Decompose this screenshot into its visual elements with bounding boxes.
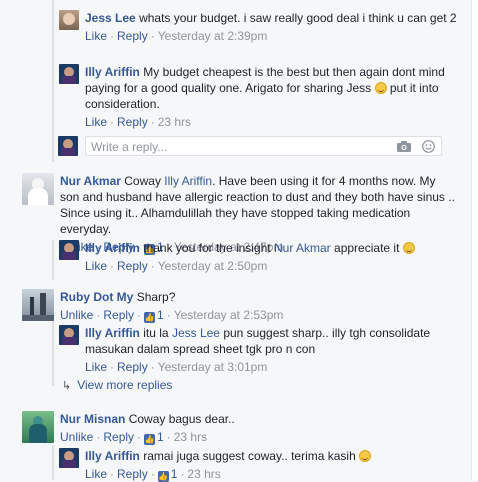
reply-link[interactable]: Reply: [103, 308, 134, 322]
like-link[interactable]: Like: [85, 360, 107, 374]
avatar[interactable]: [22, 173, 54, 205]
scrollbar[interactable]: [471, 0, 478, 480]
reply-comment: Illy Ariffin itu la Jess Lee pun suggest…: [59, 325, 464, 375]
view-more-label[interactable]: View more replies: [77, 378, 172, 392]
comment-author[interactable]: Illy Ariffin: [85, 241, 140, 255]
smiley-emoji: [359, 450, 372, 462]
comment-actions: Unlike · Reply · 👍 1 · 23 hrs: [60, 430, 208, 445]
comment-actions: Like · Reply · Yesterday at 2:39pm: [85, 29, 268, 43]
comment-text: Illy Ariffin ramai juga suggest coway.. …: [85, 448, 464, 464]
thread-line: [52, 0, 54, 162]
comment-author[interactable]: Ruby Dot My: [60, 290, 133, 304]
avatar[interactable]: [59, 240, 79, 260]
timestamp[interactable]: Yesterday at 2:50pm: [158, 259, 268, 273]
timestamp[interactable]: Yesterday at 2:53pm: [174, 308, 284, 322]
avatar[interactable]: [59, 448, 79, 468]
comment-author[interactable]: Jess Lee: [85, 11, 136, 25]
like-count[interactable]: 👍 1: [144, 430, 164, 445]
emoji-icon[interactable]: [422, 140, 435, 153]
comment-actions: Unlike · Reply · 👍 1 · Yesterday at 2:53pm: [60, 308, 284, 323]
reply-composer: Write a reply...: [58, 136, 442, 156]
avatar[interactable]: [22, 411, 54, 443]
avatar[interactable]: [59, 64, 79, 84]
smiley-emoji: [402, 242, 415, 254]
comment: Ruby Dot My Sharp? Unlike · Reply · 👍 1 · Yeste…: [22, 289, 458, 323]
avatar[interactable]: [22, 289, 54, 321]
like-link[interactable]: Like: [85, 259, 107, 273]
mention-link[interactable]: Illy Ariffin: [164, 174, 212, 188]
reply-link[interactable]: Reply: [117, 467, 148, 481]
view-more-replies[interactable]: ↳ View more replies: [62, 378, 172, 392]
thread-line: [52, 445, 54, 480]
reply-link[interactable]: Reply: [117, 29, 148, 43]
camera-icon[interactable]: [397, 141, 411, 152]
like-count[interactable]: 👍 1: [157, 467, 177, 482]
reply-comment: Illy Ariffin My budget cheapest is the b…: [59, 64, 464, 130]
thumbs-up-icon: 👍: [157, 471, 169, 482]
comment-text: Ruby Dot My Sharp?: [60, 289, 458, 305]
smiley-emoji: [374, 82, 387, 94]
comment-body: thank you for the insight: [143, 241, 271, 255]
unlike-link[interactable]: Unlike: [60, 308, 93, 322]
comment-author[interactable]: Nur Misnan: [60, 412, 125, 426]
timestamp[interactable]: 23 hrs: [174, 430, 207, 444]
avatar[interactable]: [59, 325, 79, 345]
reply-arrow-icon: ↳: [62, 380, 72, 392]
comment-actions: Like · Reply · Yesterday at 3:01pm: [85, 360, 268, 374]
reply-input[interactable]: Write a reply...: [85, 136, 442, 156]
comment-actions: Like · Reply · Yesterday at 2:50pm: [85, 259, 268, 273]
timestamp[interactable]: Yesterday at 2:39pm: [158, 29, 268, 43]
comment-body: Coway bagus dear..: [128, 412, 235, 426]
avatar: [58, 136, 78, 156]
comment: Nur Misnan Coway bagus dear.. Unlike · Rep…: [22, 411, 458, 445]
mention-link[interactable]: Jess Lee: [172, 326, 220, 340]
avatar[interactable]: [59, 10, 79, 30]
comment-author[interactable]: Nur Akmar: [60, 174, 121, 188]
comment-body: whats your budget. i saw really good dea…: [139, 11, 457, 25]
mention-link[interactable]: Nur Akmar: [274, 241, 331, 255]
comment-text: Illy Ariffin thank you for the insight N…: [85, 240, 464, 256]
reply-link[interactable]: Reply: [103, 430, 134, 444]
comment-text: Nur Misnan Coway bagus dear..: [60, 411, 458, 427]
comment-text: Nur Akmar Coway Illy Ariffin. Have been …: [60, 173, 458, 237]
thumbs-up-icon: 👍: [144, 434, 156, 445]
reply-comment: Jess Lee whats your budget. i saw really…: [59, 10, 464, 44]
thread-line: [52, 320, 54, 386]
comment-body-cont: appreciate it: [334, 241, 400, 255]
unlike-link[interactable]: Unlike: [60, 430, 93, 444]
reply-link[interactable]: Reply: [117, 115, 148, 129]
comment-body: ramai juga suggest coway.. terima kasih: [143, 449, 356, 463]
comment-text: Illy Ariffin itu la Jess Lee pun suggest…: [85, 325, 464, 357]
timestamp[interactable]: 23 hrs: [158, 115, 191, 129]
reply-comment: Illy Ariffin thank you for the insight N…: [59, 240, 464, 274]
timestamp[interactable]: Yesterday at 3:01pm: [158, 360, 268, 374]
like-link[interactable]: Like: [85, 115, 107, 129]
reply-link[interactable]: Reply: [117, 360, 148, 374]
comment-body: Sharp?: [136, 290, 176, 304]
comment-text: Illy Ariffin My budget cheapest is the b…: [85, 64, 464, 112]
like-link[interactable]: Like: [85, 29, 107, 43]
thumbs-up-icon: 👍: [144, 312, 156, 323]
reply-placeholder: Write a reply...: [91, 140, 168, 154]
like-link[interactable]: Like: [85, 467, 107, 481]
comment-body: Coway: [124, 174, 161, 188]
reply-comment: Illy Ariffin ramai juga suggest coway.. …: [59, 448, 464, 482]
comment-author[interactable]: Illy Ariffin: [85, 449, 140, 463]
comment-text: Jess Lee whats your budget. i saw really…: [85, 10, 464, 26]
timestamp[interactable]: 23 hrs: [187, 467, 220, 481]
comment-author[interactable]: Illy Ariffin: [85, 326, 140, 340]
comment-author[interactable]: Illy Ariffin: [85, 65, 140, 79]
reply-link[interactable]: Reply: [117, 259, 148, 273]
comment-actions: Like · Reply · 23 hrs: [85, 115, 192, 129]
like-count[interactable]: 👍 1: [144, 308, 164, 323]
comment-body: itu la: [143, 326, 169, 340]
